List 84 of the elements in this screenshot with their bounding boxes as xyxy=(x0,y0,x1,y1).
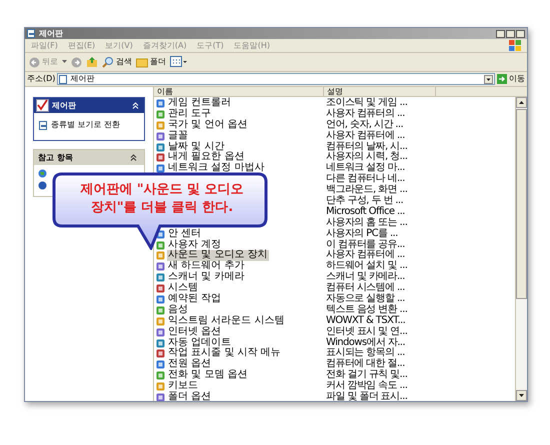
search-button[interactable]: 검색 xyxy=(102,56,132,68)
column-header[interactable]: 설명 xyxy=(324,87,436,96)
category-view-link[interactable]: 종류별 보기로 전환 xyxy=(51,119,120,131)
item-name[interactable]: 작업 표시줄 및 시작 메뉴 xyxy=(167,348,282,360)
column-header[interactable]: 이름 xyxy=(154,87,324,96)
up-folder-icon[interactable] xyxy=(86,56,98,68)
item-name[interactable]: 자동 업데이트 xyxy=(167,338,232,348)
item-name[interactable]: 음성 xyxy=(167,304,189,316)
item-name[interactable]: 안 센터 xyxy=(167,228,202,240)
item-description: 커서 깜박임 속도 ... xyxy=(325,381,408,392)
item-name[interactable]: 키보드 xyxy=(167,381,199,392)
folder-icon xyxy=(136,56,148,68)
scroll-thumb[interactable] xyxy=(516,109,527,299)
item-description: 스캐너 및 카메라... xyxy=(325,272,406,282)
item-description: 네트워크 설정 마... xyxy=(325,163,406,174)
scroll-up-icon[interactable] xyxy=(516,97,527,108)
item-name[interactable]: 폴더 옵션 xyxy=(167,392,212,401)
scroll-down-icon[interactable] xyxy=(516,390,527,401)
item-name[interactable]: 전화 및 모뎀 옵션 xyxy=(167,370,249,382)
item-description: 전화 걸기 규칙 및... xyxy=(325,370,408,380)
control-panel-icon xyxy=(59,74,68,84)
control-panel-icon xyxy=(27,29,36,38)
item-description: 텍스트 음성 변환 ... xyxy=(325,304,408,316)
address-field[interactable]: 제어판 xyxy=(57,73,495,85)
item-name[interactable]: 인터넷 옵션 xyxy=(167,326,222,338)
item-description: 인터넷 표시 및 연... xyxy=(325,326,408,337)
maximize-button[interactable] xyxy=(506,30,515,38)
back-arrow-icon xyxy=(29,56,40,68)
callout-text: 제어판에 "사운드 및 오디오 xyxy=(80,181,244,199)
item-name[interactable]: 새 하드웨어 추가 xyxy=(167,261,246,272)
item-description: 사용자의 시력, 청... xyxy=(325,152,408,162)
item-description: 컴퓨터 시스템에 ... xyxy=(325,283,406,294)
item-description: Windows에서 자... xyxy=(325,338,406,348)
item-name[interactable]: 내게 필요한 옵션 xyxy=(167,152,246,164)
collapse-chevron-icon[interactable] xyxy=(130,154,137,161)
item-name[interactable]: 시스템 xyxy=(167,283,199,294)
caret-icon[interactable] xyxy=(62,60,67,64)
item-description: 컴퓨터의 날짜, 시... xyxy=(325,142,408,152)
item-description: 사용자의 홈 또는 ... xyxy=(325,218,408,228)
window-title: 제어판 xyxy=(39,28,63,38)
item-description: 다른 컴퓨터나 네... xyxy=(325,174,406,184)
item-description: 파일 및 폴더 표시... xyxy=(325,392,408,401)
item-name[interactable]: 익스트림 서라운드 시스템 xyxy=(167,316,286,327)
views-button[interactable] xyxy=(170,56,188,68)
item-description: 이 컴퓨터를 공유... xyxy=(325,240,406,250)
minimize-button[interactable] xyxy=(496,30,505,38)
switch-view-icon xyxy=(39,120,48,130)
item-name[interactable]: 국가 및 언어 옵션 xyxy=(167,120,249,131)
item-name[interactable]: 전원 옵션 xyxy=(167,359,212,370)
item-name[interactable]: 스캐너 및 카메라 xyxy=(167,272,246,284)
scrollbar[interactable] xyxy=(515,97,527,401)
item-description: 표시되는 항목의 ... xyxy=(325,348,406,358)
address-label: 주소(D) xyxy=(27,74,56,84)
item-description: 단추 구성, 두 번 ... xyxy=(325,196,404,206)
item-name[interactable]: 게임 컨트롤러 xyxy=(167,98,232,109)
item-name[interactable]: 예약된 작업 xyxy=(167,294,222,305)
panel-title: 제어판 xyxy=(52,100,77,112)
panel-title: 참고 항목 xyxy=(38,152,74,164)
globe-icon xyxy=(38,169,47,178)
item-description: 자동으로 실행할 ... xyxy=(325,294,406,304)
item-description: 컴퓨터에 대한 절... xyxy=(325,359,406,370)
item-name[interactable]: 날짜 및 시간 xyxy=(167,142,226,152)
item-description: 조이스틱 및 게임 ... xyxy=(325,98,408,108)
item-description: 사용자 컴퓨터에 ... xyxy=(325,250,406,260)
item-name[interactable]: 관리 도구 xyxy=(167,108,212,120)
item-description: 하드웨어 설치 및 ... xyxy=(325,261,408,272)
item-description: WOWXT & TSXT... xyxy=(325,316,406,326)
item-name[interactable]: 네트워크 설정 마법사 xyxy=(167,163,266,174)
search-icon xyxy=(102,56,114,68)
item-description: 백그라운드, 화면 ... xyxy=(325,185,408,196)
item-description: 언어, 숫자, 시간 ... xyxy=(325,120,404,130)
callout-text: 장치"를 더블 클릭 한다. xyxy=(90,199,234,217)
item-description: 사용자의 PC를 ... xyxy=(325,228,399,240)
item-name[interactable]: 사용자 계정 xyxy=(167,240,222,250)
checkmark-icon xyxy=(36,99,49,112)
windows-logo-icon xyxy=(509,40,521,51)
close-button[interactable] xyxy=(516,30,525,38)
item-description: Microsoft Office ... xyxy=(325,206,406,218)
item-description: 사용자 컴퓨터의 ... xyxy=(325,108,406,120)
item-name[interactable]: 사운드 및 오디오 장치 xyxy=(167,250,269,262)
item-name[interactable]: 글꼴 xyxy=(167,130,189,142)
item-description: 사용자 컴퓨터에 ... xyxy=(325,130,406,142)
go-button[interactable]: 이동 xyxy=(497,74,525,84)
folders-button[interactable]: 폴더 xyxy=(136,56,166,68)
